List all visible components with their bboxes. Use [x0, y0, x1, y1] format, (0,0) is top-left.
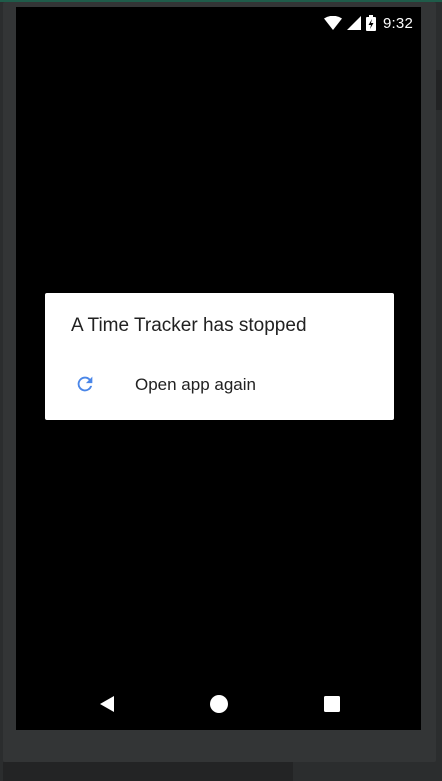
home-button[interactable]: [206, 691, 232, 717]
recents-icon: [324, 696, 340, 712]
open-app-again-button[interactable]: Open app again: [45, 363, 394, 407]
back-button[interactable]: [94, 691, 120, 717]
back-icon: [100, 696, 114, 712]
frame-bottom-shadow: [3, 762, 293, 781]
battery-charging-icon: [366, 15, 376, 31]
device-screen: 9:32 A Time Tracker has stopped Open app…: [16, 7, 421, 730]
home-icon: [210, 695, 228, 713]
crash-dialog: A Time Tracker has stopped Open app agai…: [45, 293, 394, 420]
status-bar: 9:32: [16, 7, 421, 37]
frame-side-shadow: [436, 70, 442, 110]
status-time: 9:32: [383, 14, 413, 32]
wifi-icon: [324, 16, 342, 30]
cell-signal-icon: [347, 16, 361, 30]
navigation-bar: [16, 679, 421, 729]
recents-button[interactable]: [319, 691, 345, 717]
dialog-title: A Time Tracker has stopped: [71, 315, 307, 336]
open-app-again-label: Open app again: [135, 375, 256, 394]
refresh-icon: [77, 376, 93, 392]
status-icons: 9:32: [324, 14, 413, 32]
